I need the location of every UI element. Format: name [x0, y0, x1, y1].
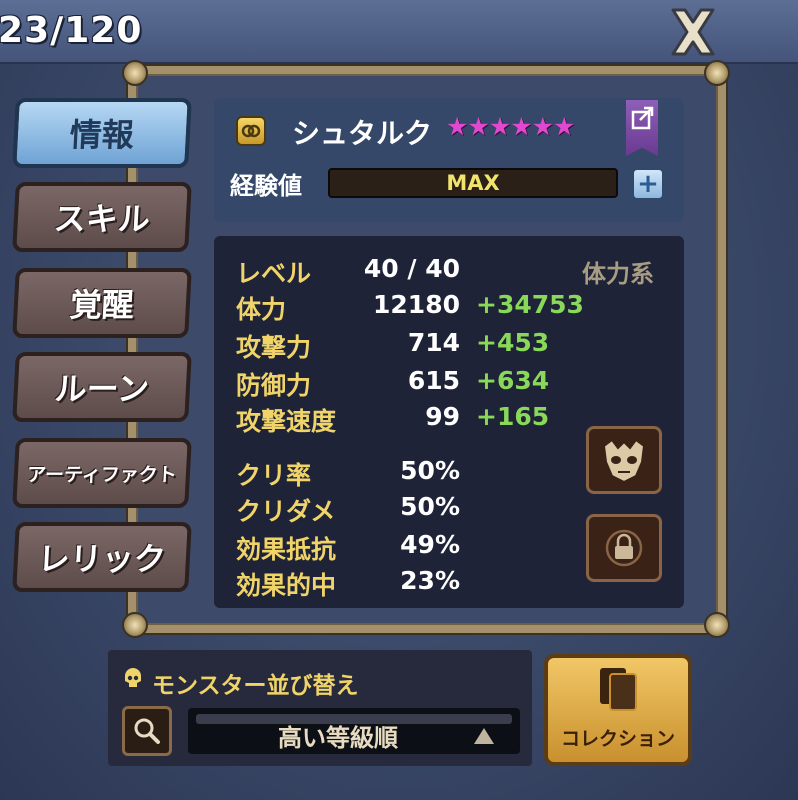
- close-button[interactable]: [665, 4, 721, 60]
- sort-order-value: 高い等級順: [278, 724, 398, 752]
- collection-label: コレクション: [560, 728, 675, 750]
- sort-order-dropdown[interactable]: 高い等級順: [188, 708, 520, 754]
- stat-label: 攻撃力: [236, 333, 312, 362]
- stat-label: 効果抵抗: [236, 535, 337, 564]
- tab-info[interactable]: 情報: [12, 98, 192, 168]
- plus-icon: +: [637, 169, 659, 199]
- tab-runes[interactable]: ルーン: [12, 352, 192, 422]
- top-bar: 23/120: [0, 0, 798, 64]
- stats-panel: 体力系 レベル 40 / 40 体力 12180 +34753 攻撃力 714 …: [214, 236, 684, 608]
- add-exp-button[interactable]: +: [632, 168, 664, 200]
- monster-count: 23/120: [0, 10, 143, 51]
- stat-value: 615: [407, 366, 460, 395]
- tab-label: アーティファクト: [26, 463, 178, 486]
- stat-label: 効果的中: [236, 571, 337, 600]
- stat-row-level: レベル 40 / 40: [214, 254, 684, 288]
- stat-value: 50%: [400, 492, 460, 521]
- frame-corner-ornament: [122, 612, 148, 638]
- stat-value: 12180: [373, 290, 460, 319]
- stat-label: 防御力: [236, 371, 312, 400]
- lock-icon: [605, 529, 643, 567]
- monster-skin-button[interactable]: [586, 426, 662, 494]
- element-light-icon: [236, 116, 266, 146]
- tab-relics[interactable]: レリック: [12, 522, 192, 592]
- stat-label: クリ率: [236, 461, 312, 490]
- search-icon: [134, 718, 160, 744]
- tab-label: スキル: [52, 200, 151, 238]
- frame-corner-ornament: [704, 612, 730, 638]
- skull-icon: [125, 668, 141, 687]
- tab-label: 覚醒: [68, 286, 135, 324]
- stat-label: クリダメ: [236, 497, 336, 526]
- tab-label: レリック: [36, 540, 167, 578]
- close-x-icon: [671, 8, 715, 56]
- stat-value: 99: [425, 402, 460, 431]
- search-button[interactable]: [122, 706, 172, 756]
- mask-icon: [602, 438, 646, 484]
- stat-bonus: +453: [476, 328, 550, 357]
- triangle-up-icon: [474, 728, 494, 744]
- exp-value: MAX: [446, 171, 500, 195]
- stat-value: 40 / 40: [363, 254, 460, 283]
- monster-info-panel: シュタルク ★★★★★★ 経験値 MAX +: [214, 98, 684, 222]
- exp-bar: MAX: [328, 168, 618, 198]
- sort-title: モンスター並び替え: [152, 673, 359, 699]
- stat-row-hp: 体力 12180 +34753: [214, 290, 684, 324]
- stat-label: 体力: [236, 295, 287, 324]
- stat-row-defense: 防御力 615 +634: [214, 366, 684, 400]
- collection-button[interactable]: コレクション: [544, 654, 692, 766]
- stat-value: 49%: [400, 530, 460, 559]
- stat-value: 714: [407, 328, 460, 357]
- monster-sort-panel: モンスター並び替え 高い等級順: [108, 650, 532, 766]
- stat-label: レベル: [236, 259, 312, 288]
- stat-value: 50%: [400, 456, 460, 485]
- tab-label: ルーン: [53, 370, 151, 408]
- cards-icon: [600, 668, 637, 711]
- stat-label: 攻撃速度: [236, 407, 337, 436]
- share-button[interactable]: [626, 100, 658, 156]
- star-rating: ★★★★★★: [446, 112, 575, 141]
- stat-bonus: +165: [476, 402, 550, 431]
- share-icon: [631, 106, 654, 130]
- frame-corner-ornament: [704, 60, 730, 86]
- stat-value: 23%: [400, 566, 460, 595]
- tab-label: 情報: [68, 116, 135, 154]
- tab-artifacts[interactable]: アーティファクト: [12, 438, 192, 508]
- monster-name: シュタルク: [292, 117, 433, 150]
- tab-awaken[interactable]: 覚醒: [12, 268, 192, 338]
- lock-button[interactable]: [586, 514, 662, 582]
- stat-row-attack: 攻撃力 714 +453: [214, 328, 684, 362]
- stat-bonus: +634: [476, 366, 550, 395]
- frame-corner-ornament: [122, 60, 148, 86]
- stat-bonus: +34753: [476, 290, 584, 319]
- tab-skills[interactable]: スキル: [12, 182, 192, 252]
- exp-label: 経験値: [230, 172, 302, 200]
